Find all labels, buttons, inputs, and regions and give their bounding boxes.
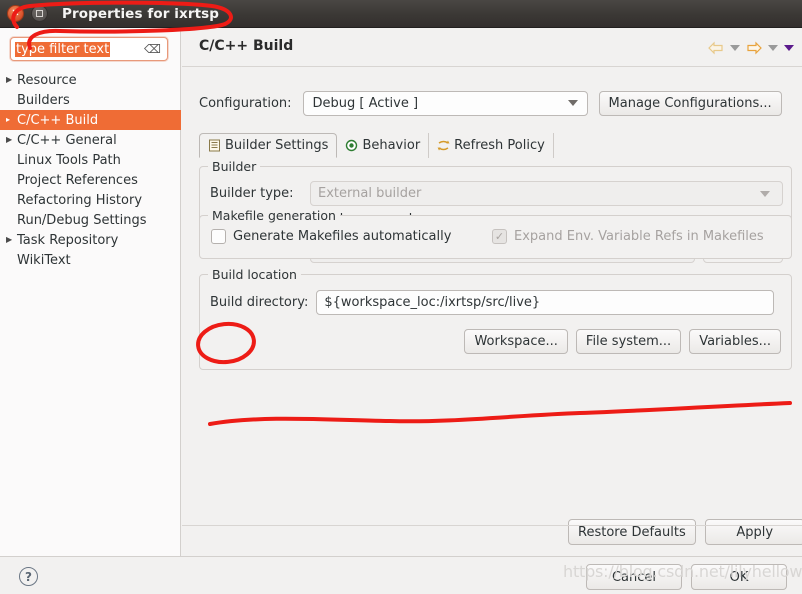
sidebar-item-project-references[interactable]: Project References: [0, 170, 181, 190]
configuration-select[interactable]: Debug [ Active ]: [302, 90, 588, 116]
sidebar-item-label: Resource: [17, 72, 77, 88]
sidebar-item-label: Linux Tools Path: [17, 152, 121, 168]
expand-arrow-icon[interactable]: ▶: [6, 76, 17, 84]
sidebar-item-linux-tools-path[interactable]: Linux Tools Path: [0, 150, 181, 170]
close-icon[interactable]: ✕: [7, 5, 24, 22]
tab-label: Builder Settings: [225, 138, 329, 153]
builder-type-row: Builder type: External builder: [210, 181, 783, 206]
sidebar-item-run-debug-settings[interactable]: Run/Debug Settings: [0, 210, 181, 230]
expand-env-row[interactable]: ✓ Expand Env. Variable Refs in Makefiles: [492, 229, 764, 244]
sidebar-item-task-repository[interactable]: ▶ Task Repository: [0, 230, 181, 250]
page-action-buttons: Restore Defaults Apply: [568, 519, 802, 545]
sidebar-item-cpp-build[interactable]: ▸ C/C++ Build: [0, 110, 181, 130]
page-title: C/C++ Build: [199, 38, 294, 54]
search-input[interactable]: type filter text: [15, 41, 111, 57]
sidebar-item-wikitext[interactable]: WikiText: [0, 250, 181, 270]
tab-refresh-policy[interactable]: Refresh Policy: [429, 133, 554, 158]
sidebar-item-builders[interactable]: Builders: [0, 90, 181, 110]
divider: [182, 66, 802, 67]
behavior-icon: [346, 139, 358, 152]
restore-defaults-button[interactable]: Restore Defaults: [568, 519, 696, 545]
expand-arrow-icon[interactable]: ▶: [6, 136, 17, 144]
builder-group-title: Builder: [208, 159, 261, 174]
sidebar-item-refactoring-history[interactable]: Refactoring History: [0, 190, 181, 210]
help-icon[interactable]: ?: [19, 567, 38, 586]
workspace-button[interactable]: Workspace...: [464, 329, 568, 354]
builder-type-value: External builder: [318, 186, 422, 201]
generate-makefiles-label: Generate Makefiles automatically: [233, 229, 452, 244]
generate-makefiles-checkbox[interactable]: [211, 229, 226, 244]
window-title: Properties for ixrtsp: [62, 5, 220, 22]
builder-type-select[interactable]: External builder: [310, 181, 783, 206]
build-location-group: Build location Build directory: ${worksp…: [199, 267, 792, 370]
makefile-generation-group: Makefile generation Generate Makefiles a…: [199, 208, 792, 259]
tab-builder-settings[interactable]: Builder Settings: [199, 133, 338, 158]
maximize-icon[interactable]: [31, 5, 48, 22]
tab-label: Behavior: [362, 138, 421, 153]
tab-bar: Builder Settings Behavior Refresh Policy: [199, 133, 554, 158]
configuration-row: Configuration: Debug [ Active ] Manage C…: [199, 84, 792, 122]
expand-arrow-icon[interactable]: ▸: [6, 116, 17, 124]
expand-env-checkbox[interactable]: ✓: [492, 229, 507, 244]
build-directory-row: Build directory: ${workspace_loc:/ixrtsp…: [210, 290, 783, 315]
builder-type-label: Builder type:: [210, 186, 294, 201]
clear-icon[interactable]: ⌫: [144, 43, 161, 55]
refresh-policy-icon: [437, 140, 450, 151]
watermark: https://blog.csdn.net/lilyhelloword: [563, 562, 802, 581]
configuration-label: Configuration:: [199, 95, 292, 111]
manage-configurations-button[interactable]: Manage Configurations...: [598, 90, 782, 116]
sidebar-item-label: WikiText: [17, 252, 71, 268]
view-menu-chevron-down-icon[interactable]: [784, 45, 794, 51]
makefile-generation-group-title: Makefile generation: [208, 208, 340, 223]
sidebar-item-label: C/C++ General: [17, 132, 117, 148]
sidebar-item-label: Builders: [17, 92, 70, 108]
build-location-group-title: Build location: [208, 267, 301, 282]
builder-settings-icon: [209, 139, 220, 152]
build-location-buttons: Workspace... File system... Variables...: [464, 329, 781, 354]
chevron-down-icon[interactable]: [567, 100, 578, 106]
sidebar-item-label: Project References: [17, 172, 138, 188]
settings-tree: ▶ Resource Builders ▸ C/C++ Build ▶ C/C+…: [0, 70, 181, 270]
sidebar-item-label: Refactoring History: [17, 192, 143, 208]
forward-arrow-icon[interactable]: [746, 41, 762, 55]
expand-env-label: Expand Env. Variable Refs in Makefiles: [514, 229, 764, 244]
chevron-down-icon[interactable]: [760, 190, 770, 197]
chevron-down-icon[interactable]: [730, 45, 740, 51]
generate-makefiles-row[interactable]: Generate Makefiles automatically: [211, 229, 451, 244]
tab-behavior[interactable]: Behavior: [337, 133, 430, 158]
settings-page: C/C++ Build Configuration: Debug [ Activ…: [182, 28, 802, 556]
file-system-button[interactable]: File system...: [575, 329, 682, 354]
sidebar-item-label: C/C++ Build: [17, 112, 99, 128]
build-directory-label: Build directory:: [210, 295, 309, 310]
sidebar-item-label: Run/Debug Settings: [17, 212, 147, 228]
expand-arrow-icon[interactable]: ▶: [6, 236, 17, 244]
divider: [182, 525, 802, 526]
configuration-value: Debug [ Active ]: [312, 95, 419, 111]
filter-box[interactable]: type filter text ⌫: [10, 37, 168, 61]
page-nav-toolbar: [708, 41, 794, 55]
variables-button[interactable]: Variables...: [689, 329, 781, 354]
window-title-bar: ✕ Properties for ixrtsp: [0, 0, 802, 28]
settings-sidebar: type filter text ⌫ ▶ Resource Builders ▸…: [0, 28, 181, 556]
tab-label: Refresh Policy: [454, 138, 545, 153]
back-arrow-icon[interactable]: [708, 41, 724, 55]
apply-button[interactable]: Apply: [704, 519, 802, 545]
sidebar-item-cpp-general[interactable]: ▶ C/C++ General: [0, 130, 181, 150]
sidebar-item-resource[interactable]: ▶ Resource: [0, 70, 181, 90]
build-directory-input[interactable]: ${workspace_loc:/ixrtsp/src/live}: [316, 290, 775, 315]
sidebar-item-label: Task Repository: [17, 232, 119, 248]
chevron-down-icon[interactable]: [768, 45, 778, 51]
